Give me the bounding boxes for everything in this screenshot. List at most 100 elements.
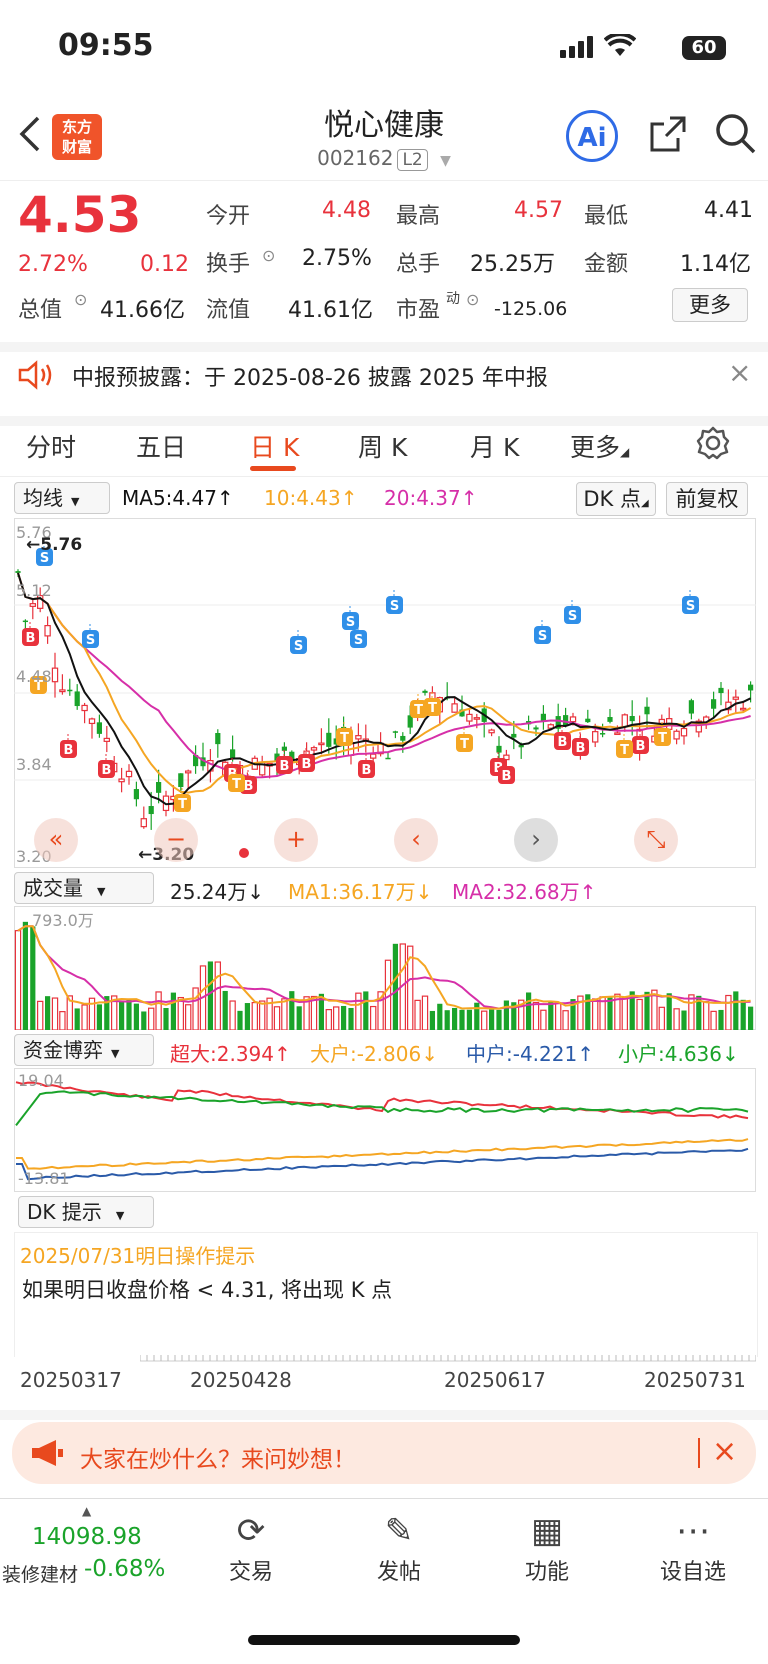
volume-bar — [496, 1009, 502, 1030]
volume-bar — [437, 1003, 443, 1030]
volume-bar — [81, 1004, 88, 1030]
volume-bar — [133, 1003, 139, 1030]
fund-indicator-select[interactable]: 资金博弈 ▼ — [14, 1034, 154, 1066]
dk-marker-label: B — [636, 739, 646, 754]
tab-weekly-k[interactable]: 周 K — [358, 428, 407, 464]
more-button[interactable]: 更多 — [672, 288, 748, 322]
index-value[interactable]: 14098.98 — [32, 1524, 142, 1550]
fullscreen-icon[interactable]: ⤡ — [634, 818, 678, 862]
expand-up-icon[interactable]: ▲ — [82, 1504, 91, 1518]
tab-intraday[interactable]: 分时 — [26, 428, 76, 464]
volume-bar — [666, 993, 672, 1030]
candle-body — [451, 703, 458, 713]
dk-marker-label: S — [346, 615, 355, 630]
volume-value: 25.25万 — [470, 252, 555, 277]
trade-label: 交易 — [228, 1560, 273, 1585]
settings-gear-icon[interactable] — [696, 426, 730, 460]
close-icon[interactable]: × — [728, 356, 751, 389]
volume-bar — [718, 1009, 724, 1030]
volume-bar — [30, 926, 36, 1030]
volume-bar — [141, 1011, 147, 1030]
ma5-line — [17, 572, 752, 806]
volume-y-top: 793.0万 — [32, 911, 94, 930]
small-retail-line — [15, 1090, 749, 1127]
candle-body — [156, 781, 162, 793]
volume-bar — [562, 1010, 569, 1030]
tab-daily-k[interactable]: 日 K — [250, 428, 299, 464]
candle-body — [355, 735, 362, 740]
dk-markers-group: SSSSSSSSSBBBBBBBBBBBBBTTTTTTTTT — [22, 542, 699, 812]
zoom-in-button[interactable]: + — [274, 818, 318, 862]
super-large-line — [15, 1081, 749, 1120]
date-label-1: 20250317 — [20, 1368, 122, 1392]
volume-bar — [22, 921, 28, 1030]
volume-bar — [658, 1006, 666, 1030]
share-icon[interactable] — [648, 114, 688, 154]
tab-more[interactable]: 更多◢ — [570, 428, 629, 464]
fund-big: 大户:-2.806↓ — [310, 1042, 438, 1066]
dk-marker-label: B — [362, 763, 372, 778]
search-icon[interactable] — [714, 112, 758, 156]
index-pct[interactable]: -0.68% — [84, 1556, 165, 1582]
tab-five-day[interactable]: 五日 — [136, 428, 186, 464]
dk-hint-label: DK 提示 — [27, 1200, 102, 1224]
volume-bar — [489, 1009, 495, 1030]
volume-bar — [355, 992, 362, 1030]
dk-marker-label: B — [302, 757, 312, 772]
post-button[interactable]: ✎ 发帖 — [344, 1508, 454, 1586]
function-button[interactable]: ▦ 功能 — [492, 1508, 602, 1586]
volume-bar — [444, 1010, 450, 1030]
volume-bar — [296, 1006, 302, 1030]
volume-bar — [170, 992, 176, 1030]
zoom-out-button[interactable]: − — [154, 818, 198, 862]
candle-body — [739, 707, 747, 711]
volume-bar — [74, 1008, 80, 1030]
volume-bar — [251, 1001, 258, 1030]
candlestick-chart[interactable]: SSSSSSSSSBBBBBBBBBBBBBTTTTTTTTT 5.76 5.1… — [14, 518, 756, 868]
page-dot — [239, 848, 249, 858]
fund-flow-chart[interactable]: 19.04 -13.81 — [14, 1068, 756, 1192]
dk-marker-label: T — [414, 703, 423, 718]
info-icon[interactable]: ⊙ — [466, 290, 479, 309]
candle-body — [67, 689, 73, 692]
dk-hint-select[interactable]: DK 提示 ▼ — [18, 1196, 154, 1228]
info-icon[interactable]: ⊙ — [262, 246, 275, 265]
pe-value: -125.06 — [494, 298, 568, 320]
dk-marker-label: S — [354, 633, 363, 648]
candle-body — [600, 733, 606, 735]
volume-bar — [229, 1000, 236, 1030]
turnover-value: 2.75% — [302, 246, 372, 271]
candle-body — [215, 733, 221, 745]
volume-bar — [673, 1008, 680, 1030]
volume-bar — [259, 1000, 266, 1030]
amount-label: 金额 — [584, 252, 629, 277]
info-icon[interactable]: ⊙ — [74, 290, 87, 309]
scroll-left-button[interactable]: ‹ — [394, 818, 438, 862]
index-name[interactable]: 装修建材 — [2, 1560, 78, 1587]
adjust-button[interactable]: 前复权 — [666, 482, 748, 516]
ai-assistant-button[interactable]: Ai — [566, 110, 618, 162]
float-value: 41.61亿 — [288, 298, 373, 323]
candle-body — [133, 789, 139, 800]
volume-chart[interactable]: 793.0万 — [14, 906, 756, 1030]
zoom-out-left-button[interactable]: « — [34, 818, 78, 862]
volume-label: 总手 — [396, 252, 441, 277]
volume-ma1-line — [17, 925, 751, 1010]
tab-monthly-k[interactable]: 月 K — [470, 428, 519, 464]
add-watchlist-button[interactable]: ⋯ 设自选 — [638, 1508, 748, 1586]
ma-indicator-select[interactable]: 均线 ▼ — [14, 482, 110, 514]
wifi-icon — [604, 34, 636, 56]
candle-body — [15, 571, 21, 573]
banner-text: 大家在炒什么？来问妙想！ — [80, 1447, 356, 1473]
volume-bar — [481, 1010, 488, 1030]
volume-indicator-select[interactable]: 成交量 ▼ — [14, 872, 154, 904]
function-label: 功能 — [524, 1560, 569, 1585]
scroll-right-button[interactable]: › — [514, 818, 558, 862]
banner-divider — [698, 1438, 700, 1468]
banner-close-icon[interactable]: × — [712, 1434, 737, 1469]
dk-point-button[interactable]: DK 点◢ — [576, 482, 656, 516]
candle-body — [540, 713, 546, 722]
candle-body — [607, 717, 613, 722]
candle-body — [688, 700, 694, 714]
trade-button[interactable]: ⟳ 交易 — [196, 1508, 306, 1586]
